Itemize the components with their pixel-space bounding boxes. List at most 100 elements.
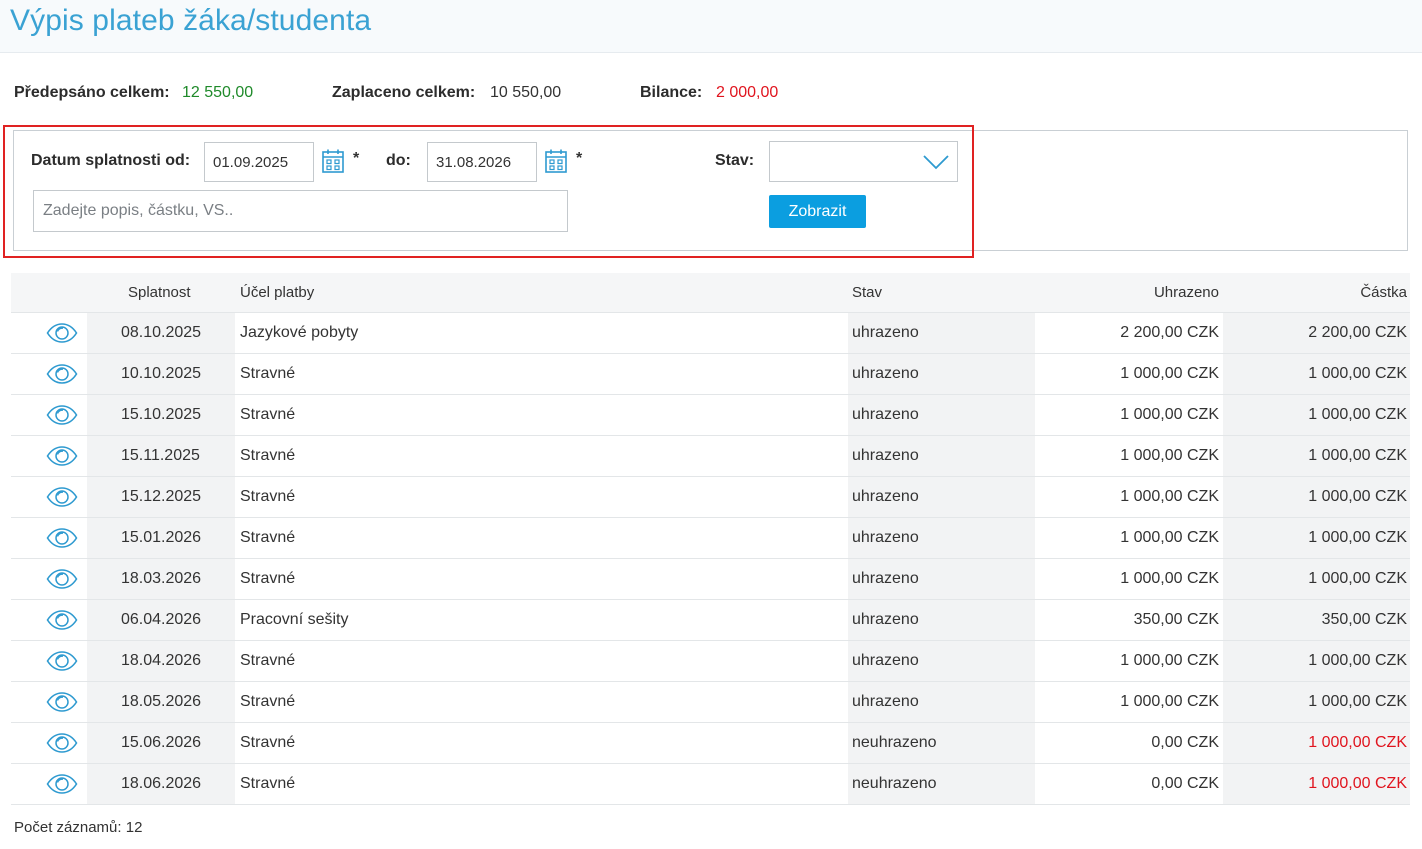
- page-header: Výpis plateb žáka/studenta: [0, 0, 1422, 53]
- uhrazeno-cell: 350,00 CZK: [1133, 611, 1219, 628]
- uhrazeno-cell: 1 000,00 CZK: [1120, 529, 1219, 546]
- col-splatnost[interactable]: Splatnost: [128, 284, 191, 301]
- chevron-down-icon: [923, 155, 949, 170]
- payments-table: Splatnost Účel platby Stav Uhrazeno Část…: [11, 273, 1410, 805]
- table-row[interactable]: 18.05.2026 Stravné uhrazeno 1 000,00 CZK 1 0…: [11, 682, 1410, 723]
- stav-cell: uhrazeno: [852, 570, 919, 587]
- ucel-cell: Stravné: [240, 570, 296, 587]
- ucel-cell: Pracovní sešity: [240, 611, 349, 628]
- splatnost-cell: 10.10.2025: [121, 365, 202, 382]
- eye-icon[interactable]: [46, 323, 78, 343]
- ucel-cell: Stravné: [240, 734, 296, 751]
- datum-od-input[interactable]: [204, 142, 314, 182]
- ucel-cell: Stravné: [240, 775, 296, 792]
- castka-cell: 1 000,00 CZK: [1308, 570, 1407, 587]
- stav-cell: uhrazeno: [852, 447, 919, 464]
- ucel-cell: Stravné: [240, 529, 296, 546]
- table-body: 08.10.2025 Jazykové pobyty uhrazeno 2 200,0…: [11, 313, 1410, 805]
- table-row[interactable]: 18.06.2026 Stravné neuhrazeno 0,00 CZK 1 000…: [11, 764, 1410, 805]
- splatnost-cell: 18.04.2026: [121, 652, 202, 669]
- uhrazeno-cell: 1 000,00 CZK: [1120, 365, 1219, 382]
- ucel-cell: Stravné: [240, 652, 296, 669]
- stav-cell: neuhrazeno: [852, 775, 937, 792]
- eye-icon[interactable]: [46, 446, 78, 466]
- eye-icon[interactable]: [46, 651, 78, 671]
- bilance-value: 2 000,00: [716, 84, 779, 101]
- datum-do-input[interactable]: [427, 142, 537, 182]
- eye-icon[interactable]: [46, 774, 78, 794]
- stav-select[interactable]: [769, 141, 958, 182]
- search-input[interactable]: [33, 190, 568, 232]
- uhrazeno-cell: 0,00 CZK: [1151, 734, 1219, 751]
- stav-cell: uhrazeno: [852, 693, 919, 710]
- zaplaceno-value: 10 550,00: [490, 84, 562, 101]
- table-row[interactable]: 18.04.2026 Stravné uhrazeno 1 000,00 CZK 1 0…: [11, 641, 1410, 682]
- stav-cell: uhrazeno: [852, 652, 919, 669]
- required-mark: *: [353, 150, 360, 167]
- zaplaceno-label: Zaplaceno celkem:: [332, 84, 476, 101]
- table-row[interactable]: 15.10.2025 Stravné uhrazeno 1 000,00 CZK 1 0…: [11, 395, 1410, 436]
- table-row[interactable]: 06.04.2026 Pracovní sešity uhrazeno 350,00 …: [11, 600, 1410, 641]
- castka-cell: 1 000,00 CZK: [1308, 529, 1407, 546]
- table-row[interactable]: 15.01.2026 Stravné uhrazeno 1 000,00 CZK 1 0…: [11, 518, 1410, 559]
- stav-cell: uhrazeno: [852, 324, 919, 341]
- calendar-icon[interactable]: [322, 149, 344, 173]
- eye-icon[interactable]: [46, 364, 78, 384]
- stav-cell: neuhrazeno: [852, 734, 937, 751]
- castka-cell: 1 000,00 CZK: [1308, 406, 1407, 423]
- required-mark: *: [576, 150, 583, 167]
- splatnost-cell: 15.12.2025: [121, 488, 202, 505]
- col-castka[interactable]: Částka: [1360, 284, 1407, 301]
- predepsano-label: Předepsáno celkem:: [14, 84, 170, 101]
- splatnost-cell: 18.03.2026: [121, 570, 202, 587]
- table-row[interactable]: 15.06.2026 Stravné neuhrazeno 0,00 CZK 1 000…: [11, 723, 1410, 764]
- ucel-cell: Stravné: [240, 693, 296, 710]
- splatnost-cell: 06.04.2026: [121, 611, 202, 628]
- ucel-cell: Stravné: [240, 406, 296, 423]
- splatnost-cell: 15.06.2026: [121, 734, 202, 751]
- table-row[interactable]: 08.10.2025 Jazykové pobyty uhrazeno 2 200,0…: [11, 313, 1410, 354]
- stav-cell: uhrazeno: [852, 488, 919, 505]
- col-stav[interactable]: Stav: [852, 284, 882, 301]
- castka-cell: 2 200,00 CZK: [1308, 324, 1407, 341]
- eye-icon[interactable]: [46, 569, 78, 589]
- splatnost-cell: 18.06.2026: [121, 775, 202, 792]
- zobrazit-button[interactable]: Zobrazit: [769, 195, 866, 228]
- uhrazeno-cell: 0,00 CZK: [1151, 775, 1219, 792]
- stav-cell: uhrazeno: [852, 365, 919, 382]
- eye-icon[interactable]: [46, 610, 78, 630]
- eye-icon[interactable]: [46, 692, 78, 712]
- splatnost-cell: 15.01.2026: [121, 529, 202, 546]
- uhrazeno-cell: 1 000,00 CZK: [1120, 447, 1219, 464]
- table-header: Splatnost Účel platby Stav Uhrazeno Část…: [11, 273, 1410, 313]
- table-row[interactable]: 15.11.2025 Stravné uhrazeno 1 000,00 CZK 1 0…: [11, 436, 1410, 477]
- castka-cell: 1 000,00 CZK: [1308, 365, 1407, 382]
- uhrazeno-cell: 1 000,00 CZK: [1120, 693, 1219, 710]
- col-ucel[interactable]: Účel platby: [240, 284, 314, 301]
- ucel-cell: Stravné: [240, 488, 296, 505]
- castka-cell: 1 000,00 CZK: [1308, 775, 1407, 792]
- eye-icon[interactable]: [46, 405, 78, 425]
- calendar-icon[interactable]: [545, 149, 567, 173]
- table-row[interactable]: 18.03.2026 Stravné uhrazeno 1 000,00 CZK 1 0…: [11, 559, 1410, 600]
- uhrazeno-cell: 1 000,00 CZK: [1120, 570, 1219, 587]
- ucel-cell: Stravné: [240, 447, 296, 464]
- castka-cell: 1 000,00 CZK: [1308, 693, 1407, 710]
- predepsano-value: 12 550,00: [182, 84, 254, 101]
- castka-cell: 1 000,00 CZK: [1308, 734, 1407, 751]
- table-row[interactable]: 10.10.2025 Stravné uhrazeno 1 000,00 CZK 1 0…: [11, 354, 1410, 395]
- eye-icon[interactable]: [46, 487, 78, 507]
- castka-cell: 1 000,00 CZK: [1308, 652, 1407, 669]
- stav-label: Stav:: [715, 152, 755, 169]
- uhrazeno-cell: 1 000,00 CZK: [1120, 406, 1219, 423]
- eye-icon[interactable]: [46, 733, 78, 753]
- splatnost-cell: 15.10.2025: [121, 406, 202, 423]
- castka-cell: 1 000,00 CZK: [1308, 447, 1407, 464]
- table-row[interactable]: 15.12.2025 Stravné uhrazeno 1 000,00 CZK 1 0…: [11, 477, 1410, 518]
- stav-cell: uhrazeno: [852, 611, 919, 628]
- col-uhrazeno[interactable]: Uhrazeno: [1154, 284, 1219, 301]
- datum-do-label: do:: [386, 152, 411, 169]
- bilance-label: Bilance:: [640, 84, 703, 101]
- uhrazeno-cell: 2 200,00 CZK: [1120, 324, 1219, 341]
- eye-icon[interactable]: [46, 528, 78, 548]
